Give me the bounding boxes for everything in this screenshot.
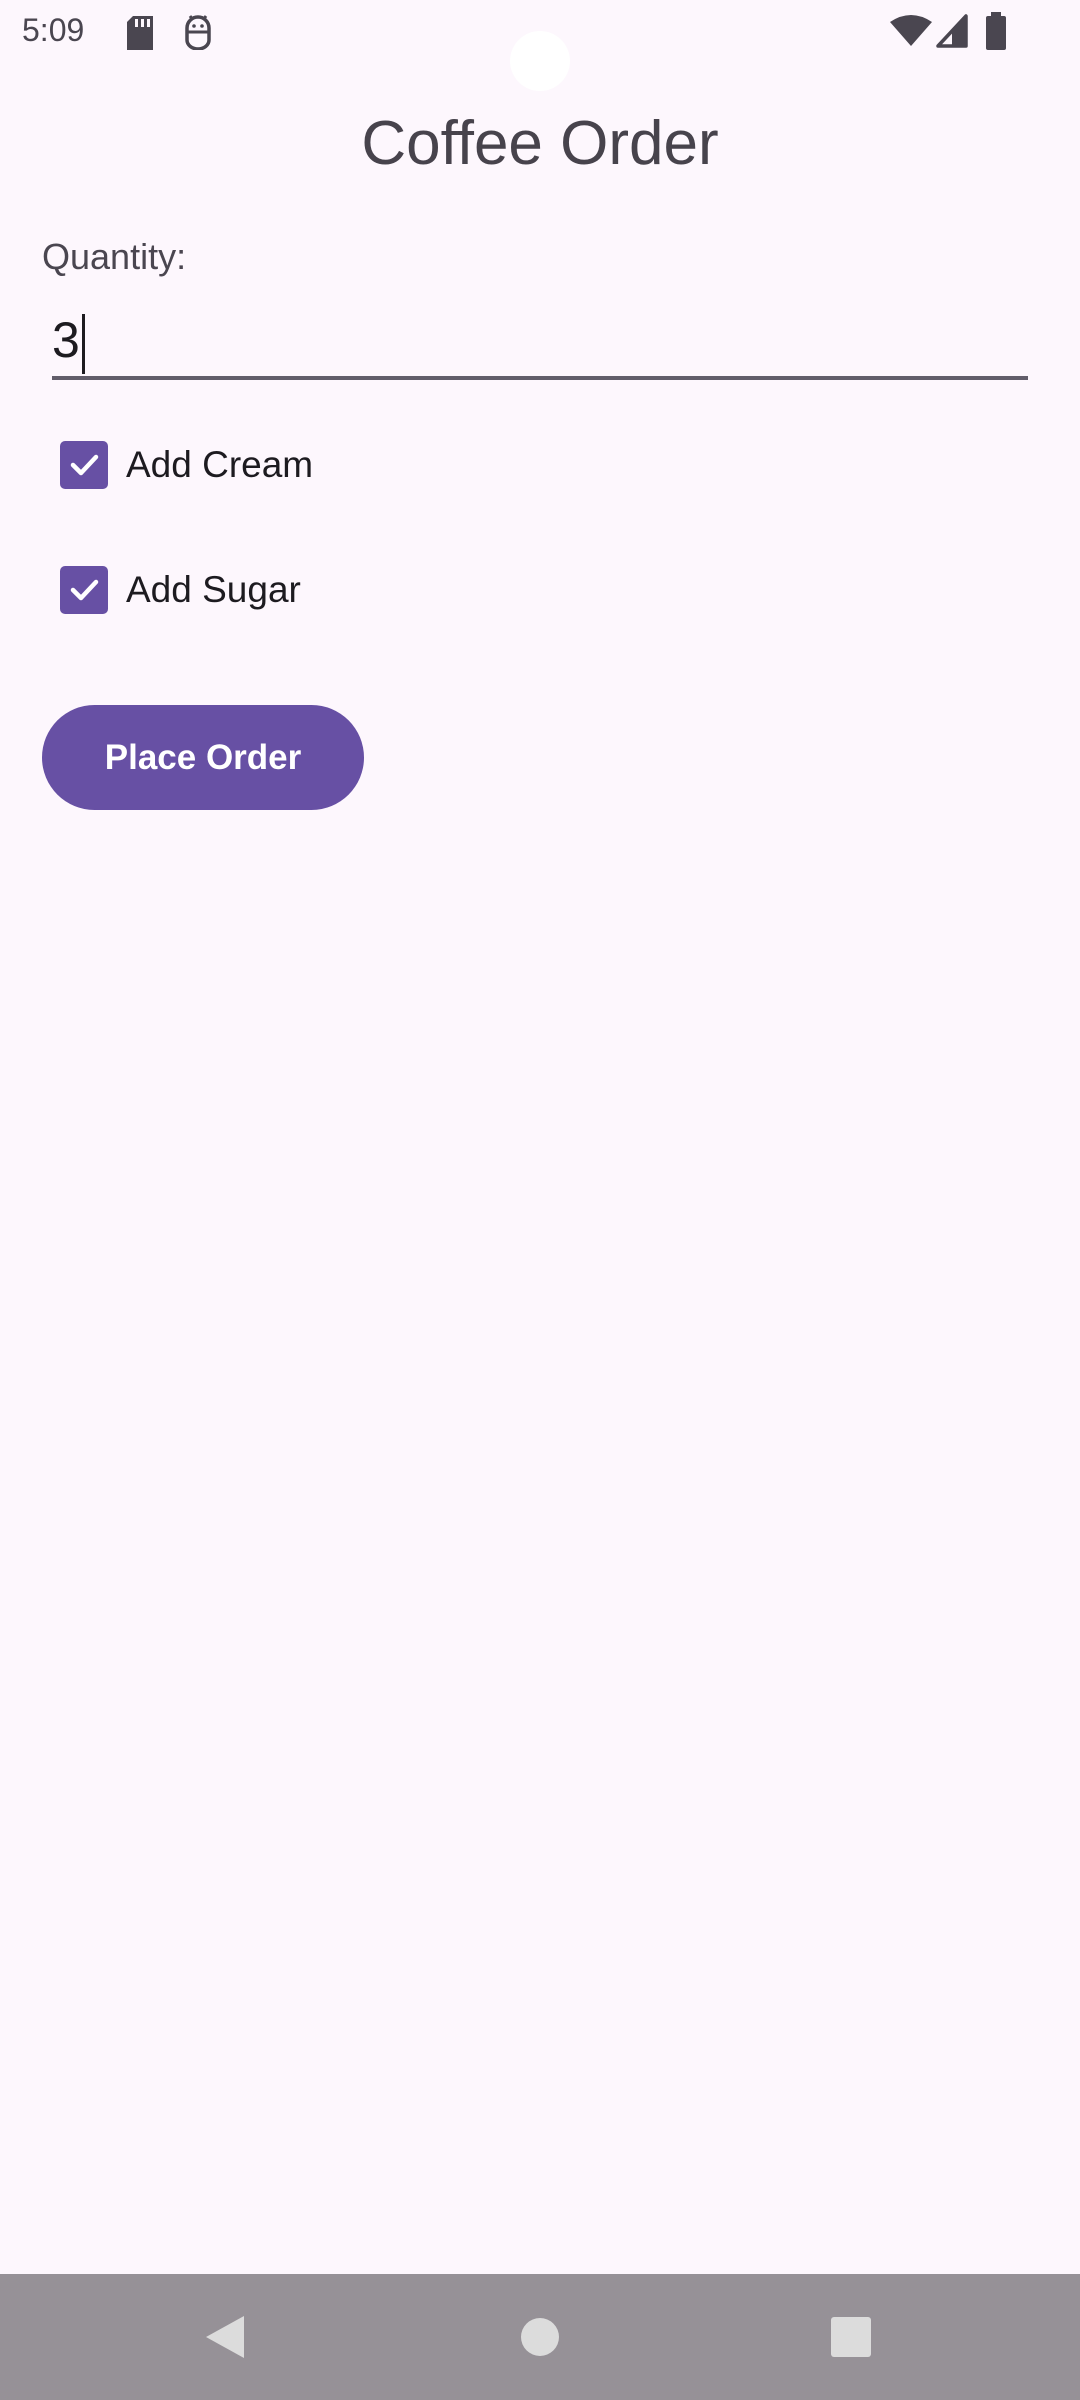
- status-time: 5:09: [22, 12, 85, 48]
- quantity-input-value: 3: [52, 312, 80, 368]
- add-cream-option[interactable]: Add Cream: [60, 441, 313, 489]
- place-order-button[interactable]: Place Order: [42, 705, 364, 810]
- android-debug-icon: [182, 14, 214, 55]
- status-bar: 5:09: [0, 0, 1080, 91]
- sd-card-icon: [125, 16, 155, 55]
- back-icon[interactable]: [204, 2314, 246, 2365]
- navigation-bar: [0, 2274, 1080, 2400]
- quantity-input[interactable]: 3: [52, 300, 1028, 380]
- home-icon[interactable]: [520, 2317, 560, 2362]
- checkmark-icon: [70, 454, 99, 476]
- cellular-signal-icon: [936, 14, 968, 53]
- quantity-label: Quantity:: [42, 236, 187, 277]
- add-sugar-label: Add Sugar: [126, 569, 301, 610]
- checkmark-icon: [70, 579, 99, 601]
- add-cream-checkbox[interactable]: [60, 441, 108, 489]
- wifi-icon: [890, 14, 932, 53]
- add-sugar-option[interactable]: Add Sugar: [60, 566, 301, 614]
- add-cream-label: Add Cream: [126, 444, 314, 485]
- front-camera-cutout: [510, 31, 570, 91]
- recents-icon[interactable]: [830, 2317, 872, 2362]
- battery-icon: [984, 12, 1008, 55]
- text-cursor: [81, 313, 85, 374]
- quantity-input-value-wrapper: 3: [52, 312, 85, 374]
- add-sugar-checkbox[interactable]: [60, 566, 108, 614]
- page-title: Coffee Order: [361, 109, 719, 178]
